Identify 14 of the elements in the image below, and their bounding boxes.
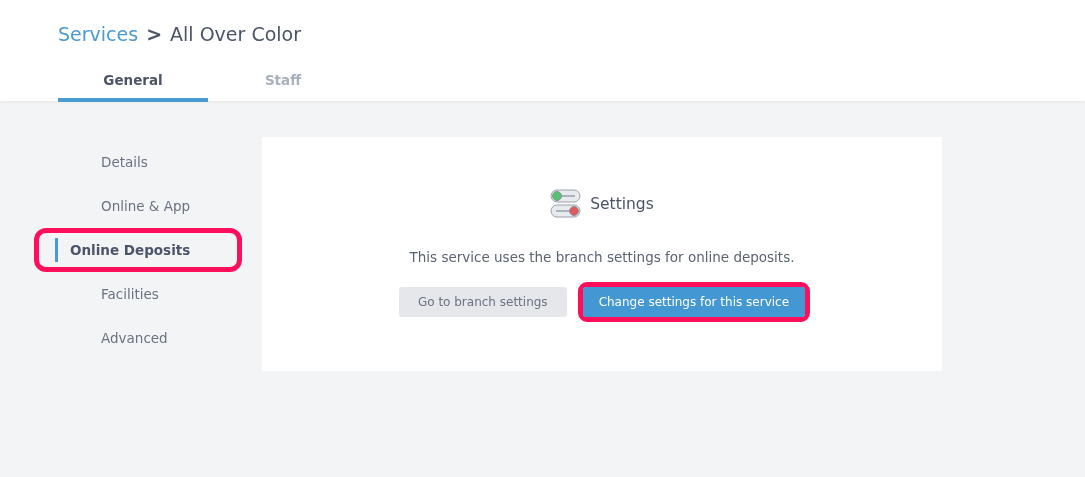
toggle-switches-icon (550, 189, 582, 219)
tab[interactable]: General (58, 68, 208, 102)
branch-settings-button[interactable]: Go to branch settings (398, 287, 567, 317)
sidebar-item[interactable]: Online & App (60, 194, 191, 218)
breadcrumb-separator: > (146, 23, 163, 45)
sidebar-item[interactable]: Online Deposits (55, 238, 191, 262)
change-settings-button[interactable]: Change settings for this service (582, 287, 806, 317)
sidebar-item[interactable]: Facilities (60, 282, 159, 306)
breadcrumb-link[interactable]: Services (58, 23, 139, 45)
sidebar-item[interactable]: Details (60, 150, 148, 174)
page-title: All Over Color (170, 23, 301, 45)
card-title: Settings (590, 195, 654, 213)
info-message: This service uses the branch settings for online deposits. (409, 249, 795, 265)
sidebar-item[interactable]: Advanced (60, 326, 168, 350)
